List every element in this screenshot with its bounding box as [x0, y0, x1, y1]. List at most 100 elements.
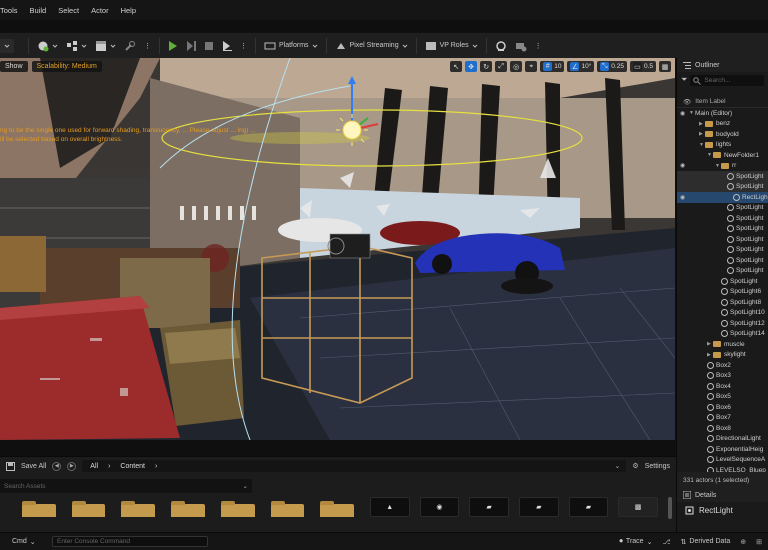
- derived-data-button[interactable]: ⇅ Derived Data: [681, 538, 731, 546]
- translate-tool-icon[interactable]: ✥: [465, 61, 478, 72]
- outliner-row[interactable]: ▶ benz: [677, 119, 768, 130]
- scale-snap-toggle[interactable]: ⤡ 0.25: [597, 61, 627, 72]
- scalability-badge[interactable]: Scalability: Medium: [31, 60, 102, 72]
- outliner-search-input[interactable]: Search...: [690, 74, 764, 86]
- settings-button[interactable]: [511, 37, 531, 55]
- rotation-snap-toggle[interactable]: ∠ 10°: [567, 61, 595, 72]
- outliner-row[interactable]: ▶ muscle: [677, 339, 768, 350]
- visibility-eye-icon[interactable]: ◉: [680, 194, 688, 201]
- outliner-row[interactable]: ▶ bodyold: [677, 129, 768, 140]
- surface-snap-icon[interactable]: ⌖: [525, 61, 538, 72]
- blueprint-button[interactable]: [62, 37, 91, 55]
- outliner-row[interactable]: SpotLight: [677, 213, 768, 224]
- outliner-row[interactable]: SpotLight: [677, 245, 768, 256]
- outliner-row[interactable]: ◉ ▼ Main (Editor): [677, 108, 768, 119]
- asset-folder[interactable]: [270, 501, 305, 517]
- rotate-tool-icon[interactable]: ↻: [480, 61, 493, 72]
- settings-gear-icon[interactable]: ⚙: [632, 462, 638, 470]
- scale-tool-icon[interactable]: ⤢: [495, 61, 508, 72]
- asset-folder[interactable]: [121, 501, 156, 517]
- play-options-icon[interactable]: ⋮: [236, 37, 251, 55]
- asset-folder[interactable]: [220, 501, 255, 517]
- asset-thumbnail[interactable]: ▰: [469, 497, 509, 517]
- outliner-row[interactable]: ▼ lights: [677, 140, 768, 151]
- outliner-row[interactable]: ▼ NewFolder1: [677, 150, 768, 161]
- outliner-tab[interactable]: Outliner: [677, 58, 768, 72]
- search-dropdown-icon[interactable]: ⌄: [243, 482, 248, 490]
- pixel-streaming-button[interactable]: Pixel Streaming: [331, 37, 412, 55]
- asset-folder[interactable]: [71, 501, 106, 517]
- stop-button[interactable]: [200, 37, 218, 55]
- asset-folder[interactable]: [171, 501, 205, 517]
- eject-button[interactable]: [218, 37, 236, 55]
- cmd-selector[interactable]: Cmd ⌄: [0, 538, 52, 546]
- outliner-row[interactable]: SpotLight12: [677, 318, 768, 329]
- mode-select-button[interactable]: [0, 38, 14, 53]
- content-settings-button[interactable]: Settings: [645, 463, 670, 470]
- outliner-row[interactable]: Box5: [677, 392, 768, 403]
- outliner-row[interactable]: SpotLight: [677, 255, 768, 266]
- visibility-eye-icon[interactable]: 👁: [683, 98, 691, 106]
- outliner-column-header[interactable]: 👁 Item Label: [677, 96, 768, 108]
- grid-snap-toggle[interactable]: # 10: [540, 61, 565, 72]
- outliner-row[interactable]: SpotLight8: [677, 297, 768, 308]
- selected-object-row[interactable]: RectLight: [677, 502, 768, 518]
- viewport-layout-icon[interactable]: ▦: [659, 61, 671, 72]
- asset-thumbnail[interactable]: ◉: [419, 497, 460, 517]
- filter-icon[interactable]: ⏷: [681, 75, 687, 85]
- asset-thumbnail[interactable]: ▲: [369, 497, 410, 517]
- asset-folder[interactable]: [320, 501, 354, 517]
- play-button[interactable]: [164, 37, 182, 55]
- asset-thumbnail[interactable]: ▰: [518, 497, 559, 517]
- outliner-row[interactable]: Box8: [677, 423, 768, 434]
- menu-help[interactable]: Help: [115, 6, 142, 15]
- source-control-status-icon[interactable]: ⊕: [740, 538, 746, 546]
- breadcrumb-content[interactable]: Content: [120, 463, 145, 470]
- outliner-row[interactable]: Box6: [677, 402, 768, 413]
- outliner-row[interactable]: SpotLight: [677, 203, 768, 214]
- camera-speed-control[interactable]: ▭ 0.5: [629, 61, 656, 72]
- asset-thumbnail[interactable]: ▩: [618, 497, 658, 517]
- add-actor-button[interactable]: [33, 37, 62, 55]
- revision-icon[interactable]: ⎇: [662, 538, 670, 546]
- outliner-row[interactable]: SpotLight: [677, 181, 768, 192]
- scene-render[interactable]: [0, 58, 675, 440]
- asset-folder[interactable]: [22, 501, 56, 517]
- outliner-row[interactable]: SpotLight: [677, 224, 768, 235]
- menu-select[interactable]: Select: [52, 6, 85, 15]
- outliner-row[interactable]: LevelSequenceA: [677, 455, 768, 466]
- outliner-row[interactable]: Box3: [677, 371, 768, 382]
- content-path-breadcrumb[interactable]: All › Content › ⌄: [82, 460, 627, 472]
- outliner-row[interactable]: ◉ RectLigh: [677, 192, 768, 203]
- menu-build[interactable]: Build: [24, 6, 53, 15]
- select-tool-icon[interactable]: ↖: [450, 61, 463, 72]
- asset-scrollbar[interactable]: [668, 497, 672, 519]
- outliner-row[interactable]: SpotLight: [677, 266, 768, 277]
- asset-thumbnail[interactable]: ▰: [568, 497, 609, 517]
- vp-roles-button[interactable]: VP Roles: [421, 37, 482, 55]
- save-all-button[interactable]: Save All: [21, 463, 46, 470]
- world-space-icon[interactable]: ◎: [510, 61, 523, 72]
- cinematics-button[interactable]: [91, 37, 120, 55]
- menu-tools[interactable]: Tools: [0, 6, 24, 15]
- outliner-row[interactable]: ExponentialHeig: [677, 444, 768, 455]
- source-control-button[interactable]: [491, 37, 511, 55]
- details-tab[interactable]: Details: [677, 488, 768, 502]
- platforms-button[interactable]: Platforms: [260, 37, 322, 55]
- modeling-tools-button[interactable]: [120, 37, 140, 55]
- trace-button[interactable]: ⏺ Trace ⌄: [619, 538, 652, 546]
- breadcrumb-all[interactable]: All: [90, 463, 98, 470]
- asset-search-input[interactable]: Search Assets ⌄: [0, 479, 252, 493]
- menu-actor[interactable]: Actor: [85, 6, 115, 15]
- show-menu-button[interactable]: Show: [0, 60, 28, 72]
- level-viewport[interactable]: Show Scalability: Medium ↖ ✥ ↻ ⤢ ◎ ⌖ # 1…: [0, 58, 675, 440]
- outliner-row[interactable]: SpotLight: [677, 276, 768, 287]
- forward-arrow-icon[interactable]: ▶: [67, 461, 77, 471]
- outliner-row[interactable]: Box7: [677, 413, 768, 424]
- step-button[interactable]: [182, 37, 200, 55]
- path-dropdown-icon[interactable]: ⌄: [615, 462, 621, 470]
- outliner-row[interactable]: SpotLight10: [677, 308, 768, 319]
- outliner-row[interactable]: SpotLight6: [677, 287, 768, 298]
- outliner-row[interactable]: Box2: [677, 360, 768, 371]
- outliner-row[interactable]: Box4: [677, 381, 768, 392]
